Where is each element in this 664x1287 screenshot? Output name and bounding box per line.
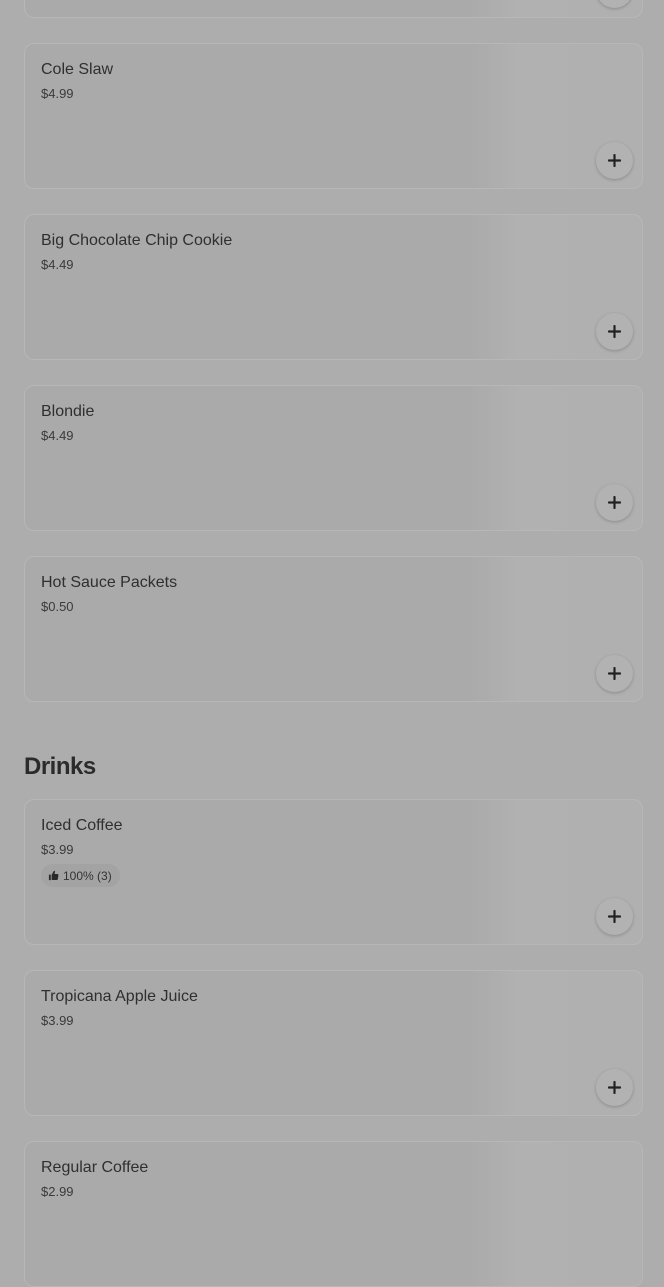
item-name: Regular Coffee	[41, 1159, 149, 1176]
plus-icon	[608, 910, 621, 923]
plus-icon	[608, 1081, 621, 1094]
item-price: $2.99	[41, 1184, 74, 1199]
item-name: Tropicana Apple Juice	[41, 988, 198, 1005]
plus-icon	[608, 154, 621, 167]
menu-item-card[interactable]: Hot Sauce Packets $0.50	[24, 556, 643, 702]
plus-icon	[608, 667, 621, 680]
rating-text: 100% (3)	[63, 868, 112, 883]
item-price: $4.49	[41, 428, 74, 443]
item-name: Blondie	[41, 403, 95, 420]
item-price: $4.49	[41, 257, 74, 272]
menu-item-card[interactable]: Regular Coffee $2.99	[24, 1141, 643, 1287]
add-to-cart-button[interactable]	[596, 142, 633, 179]
item-name: Hot Sauce Packets	[41, 574, 178, 591]
menu-item-card[interactable]: Tropicana Apple Juice $3.99	[24, 970, 643, 1116]
add-to-cart-button[interactable]	[596, 655, 633, 692]
item-price: $0.50	[41, 599, 74, 614]
plus-icon	[608, 496, 621, 509]
item-price: $4.99	[41, 86, 74, 101]
thumbs-up-icon	[48, 870, 59, 881]
rating-badge: 100% (3)	[41, 864, 120, 887]
add-to-cart-button[interactable]	[596, 1069, 633, 1106]
item-price: $3.99	[41, 842, 74, 857]
menu-item-card[interactable]: Iced Coffee $3.99 100% (3)	[24, 799, 643, 945]
item-name: Iced Coffee	[41, 817, 123, 834]
plus-icon	[608, 325, 621, 338]
menu-item-card[interactable]: Big Chocolate Chip Cookie $4.49	[24, 214, 643, 360]
item-name: Cole Slaw	[41, 61, 114, 78]
menu-item-card[interactable]: Cole Slaw $4.99	[24, 43, 643, 189]
add-to-cart-button[interactable]	[596, 313, 633, 350]
add-to-cart-button[interactable]	[596, 0, 633, 8]
item-name: Big Chocolate Chip Cookie	[41, 232, 233, 249]
section-title-drinks: Drinks	[24, 753, 96, 780]
menu-item-card[interactable]: Blondie $4.49	[24, 385, 643, 531]
item-price: $3.99	[41, 1013, 74, 1028]
add-to-cart-button[interactable]	[596, 898, 633, 935]
menu-item-card[interactable]	[24, 0, 643, 18]
add-to-cart-button[interactable]	[596, 484, 633, 521]
